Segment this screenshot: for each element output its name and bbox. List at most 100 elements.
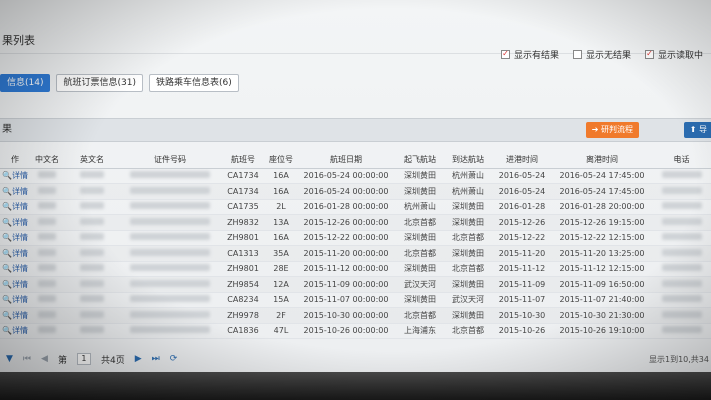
search-icon: 🔍 — [2, 217, 12, 227]
tab-flight-booking[interactable]: 航班订票信息(31) — [56, 74, 143, 92]
table-cell: 武汉天河 — [396, 276, 444, 293]
checkbox-loading[interactable]: ✓ — [644, 49, 654, 59]
filter-no-results[interactable]: 显示无结果 — [572, 48, 631, 61]
details-label: 详情 — [11, 310, 28, 320]
details-link[interactable]: 🔍详情 — [0, 214, 30, 231]
redacted-cell — [120, 292, 220, 308]
details-link[interactable]: 🔍详情 — [0, 323, 30, 339]
redaction-blur — [80, 279, 104, 287]
table-row[interactable]: 🔍详情 CA1734 16A 2016-05-24 00:00:00 深圳黄田 杭州萧山 2… — [0, 183, 711, 200]
refresh-icon[interactable]: ⟳ — [170, 354, 178, 364]
details-link[interactable]: 🔍详情 — [0, 199, 30, 215]
search-icon: 🔍 — [2, 279, 12, 289]
details-label: 详情 — [11, 202, 28, 212]
table-cell: 16A — [266, 230, 296, 246]
table-row[interactable]: 🔍详情 ZH9854 12A 2015-11-09 00:00:00 武汉天河 深圳黄田 2… — [0, 276, 711, 293]
table-row[interactable]: 🔍详情 CA1313 35A 2015-11-20 00:00:00 北京首都 深圳黄田 2… — [0, 245, 711, 262]
analysis-flow-label: 研判流程 — [601, 125, 633, 134]
table-row[interactable]: 🔍详情 CA8234 15A 2015-11-07 00:00:00 深圳黄田 武汉天河 2… — [0, 292, 711, 308]
redacted-cell — [30, 307, 64, 324]
table-cell: 深圳黄田 — [444, 276, 492, 293]
next-page-icon[interactable]: ▶ — [135, 354, 142, 364]
table-cell: 2015-11-12 00:00:00 — [296, 261, 396, 277]
table-row[interactable]: 🔍详情 ZH9801 16A 2015-12-22 00:00:00 深圳黄田 北京首都 2… — [0, 230, 711, 246]
result-filters: ✓ 显示有结果 显示无结果 ✓ 显示读取中 — [500, 46, 703, 62]
table-row[interactable]: 🔍详情 CA1836 47L 2015-10-26 00:00:00 上海浦东 北京首都 2… — [0, 323, 711, 339]
table-cell: 上海浦东 — [396, 323, 444, 339]
filter-loading[interactable]: ✓ 显示读取中 — [644, 48, 703, 61]
export-icon: ⬆ — [689, 125, 697, 134]
column-header: 离港时间 — [552, 152, 652, 169]
record-summary: 显示1到10,共34 — [649, 355, 709, 364]
details-link[interactable]: 🔍详情 — [0, 261, 30, 277]
page-total: 共4页 — [100, 355, 125, 366]
page-size-dropdown-icon[interactable]: ▼ — [6, 354, 13, 364]
table-cell: 2015-10-30 21:30:00 — [552, 307, 652, 324]
redaction-blur — [661, 248, 702, 256]
table-row[interactable]: 🔍详情 CA1734 16A 2016-05-24 00:00:00 深圳黄田 杭州萧山 2… — [0, 168, 711, 184]
filter-with-results[interactable]: ✓ 显示有结果 — [500, 48, 559, 61]
prev-page-icon[interactable]: ◀ — [41, 354, 48, 364]
table-cell: 2016-05-24 00:00:00 — [296, 183, 396, 200]
redaction-blur — [80, 171, 104, 179]
table-cell: ZH9832 — [220, 214, 266, 231]
details-link[interactable]: 🔍详情 — [0, 292, 30, 308]
checkbox-with-results[interactable]: ✓ — [500, 49, 510, 59]
column-header: 航班号 — [220, 152, 266, 169]
results-table: 作中文名 英文名 证件号码 航班号 座位号 航班日期 起飞航站 到达航站 进港时间 离港时间 电话 … — [0, 152, 711, 339]
table-cell: ZH9978 — [220, 307, 266, 324]
redacted-cell — [30, 230, 64, 246]
details-link[interactable]: 🔍详情 — [0, 183, 30, 200]
table-cell: 2015-11-20 00:00:00 — [296, 245, 396, 262]
table-row[interactable]: 🔍详情 ZH9978 2F 2015-10-30 00:00:00 北京首都 深圳黄田 20… — [0, 307, 711, 324]
redacted-cell — [120, 168, 220, 184]
panel-title-text: 果列表 — [2, 34, 35, 47]
first-page-icon[interactable]: ⏮ — [23, 354, 31, 364]
redaction-blur — [661, 186, 702, 194]
redacted-cell — [30, 168, 64, 184]
redaction-blur — [130, 295, 210, 303]
redacted-cell — [30, 245, 64, 262]
table-row[interactable]: 🔍详情 ZH9801 28E 2015-11-12 00:00:00 深圳黄田 北京首都 2… — [0, 261, 711, 277]
table-cell: 杭州萧山 — [396, 199, 444, 215]
details-label: 详情 — [11, 279, 28, 289]
table-cell: 2015-10-30 — [492, 307, 552, 324]
details-label: 详情 — [11, 217, 28, 227]
tab-info[interactable]: 信息(14) — [0, 74, 51, 92]
details-link[interactable]: 🔍详情 — [0, 168, 30, 184]
column-header: 起飞航站 — [396, 152, 444, 169]
column-header: 证件号码 — [120, 152, 220, 169]
redacted-cell — [652, 168, 711, 184]
redaction-blur — [38, 202, 56, 210]
table-cell: 2015-11-09 16:50:00 — [552, 276, 652, 293]
result-tabs: 信息(14) 航班订票信息(31) 铁路乘车信息表(6) — [0, 74, 239, 92]
redacted-cell — [64, 199, 120, 215]
details-link[interactable]: 🔍详情 — [0, 230, 30, 246]
page-number-input[interactable]: 1 — [76, 353, 91, 365]
last-page-icon[interactable]: ⏭ — [152, 354, 160, 364]
redaction-blur — [38, 233, 56, 241]
analysis-flow-button[interactable]: ➔ 研判流程 — [585, 122, 639, 138]
redacted-cell — [64, 168, 120, 184]
table-cell: 2016-01-28 20:00:00 — [552, 199, 652, 215]
table-cell: 2016-05-24 00:00:00 — [296, 168, 396, 184]
table-cell: 2015-12-26 00:00:00 — [296, 214, 396, 231]
redaction-blur — [130, 186, 210, 194]
redacted-cell — [64, 276, 120, 293]
table-cell: 北京首都 — [444, 261, 492, 277]
table-cell: 2015-11-07 21:40:00 — [552, 292, 652, 308]
tab-railway[interactable]: 铁路乘车信息表(6) — [148, 74, 239, 92]
table-cell: 2015-10-30 00:00:00 — [296, 307, 396, 324]
table-row[interactable]: 🔍详情 ZH9832 13A 2015-12-26 00:00:00 北京首都 深圳黄田 2… — [0, 214, 711, 231]
redacted-cell — [652, 276, 711, 293]
table-row[interactable]: 🔍详情 CA1735 2L 2016-01-28 00:00:00 杭州萧山 深圳黄田 20… — [0, 199, 711, 215]
details-link[interactable]: 🔍详情 — [0, 245, 30, 262]
redacted-cell — [652, 292, 711, 308]
filter-loading-label: 显示读取中 — [657, 50, 703, 61]
details-link[interactable]: 🔍详情 — [0, 307, 30, 324]
checkbox-no-results[interactable] — [572, 49, 582, 59]
redacted-cell — [64, 307, 120, 324]
export-button[interactable]: ⬆ 导 — [683, 122, 711, 138]
redaction-blur — [130, 171, 210, 179]
details-link[interactable]: 🔍详情 — [0, 276, 30, 293]
